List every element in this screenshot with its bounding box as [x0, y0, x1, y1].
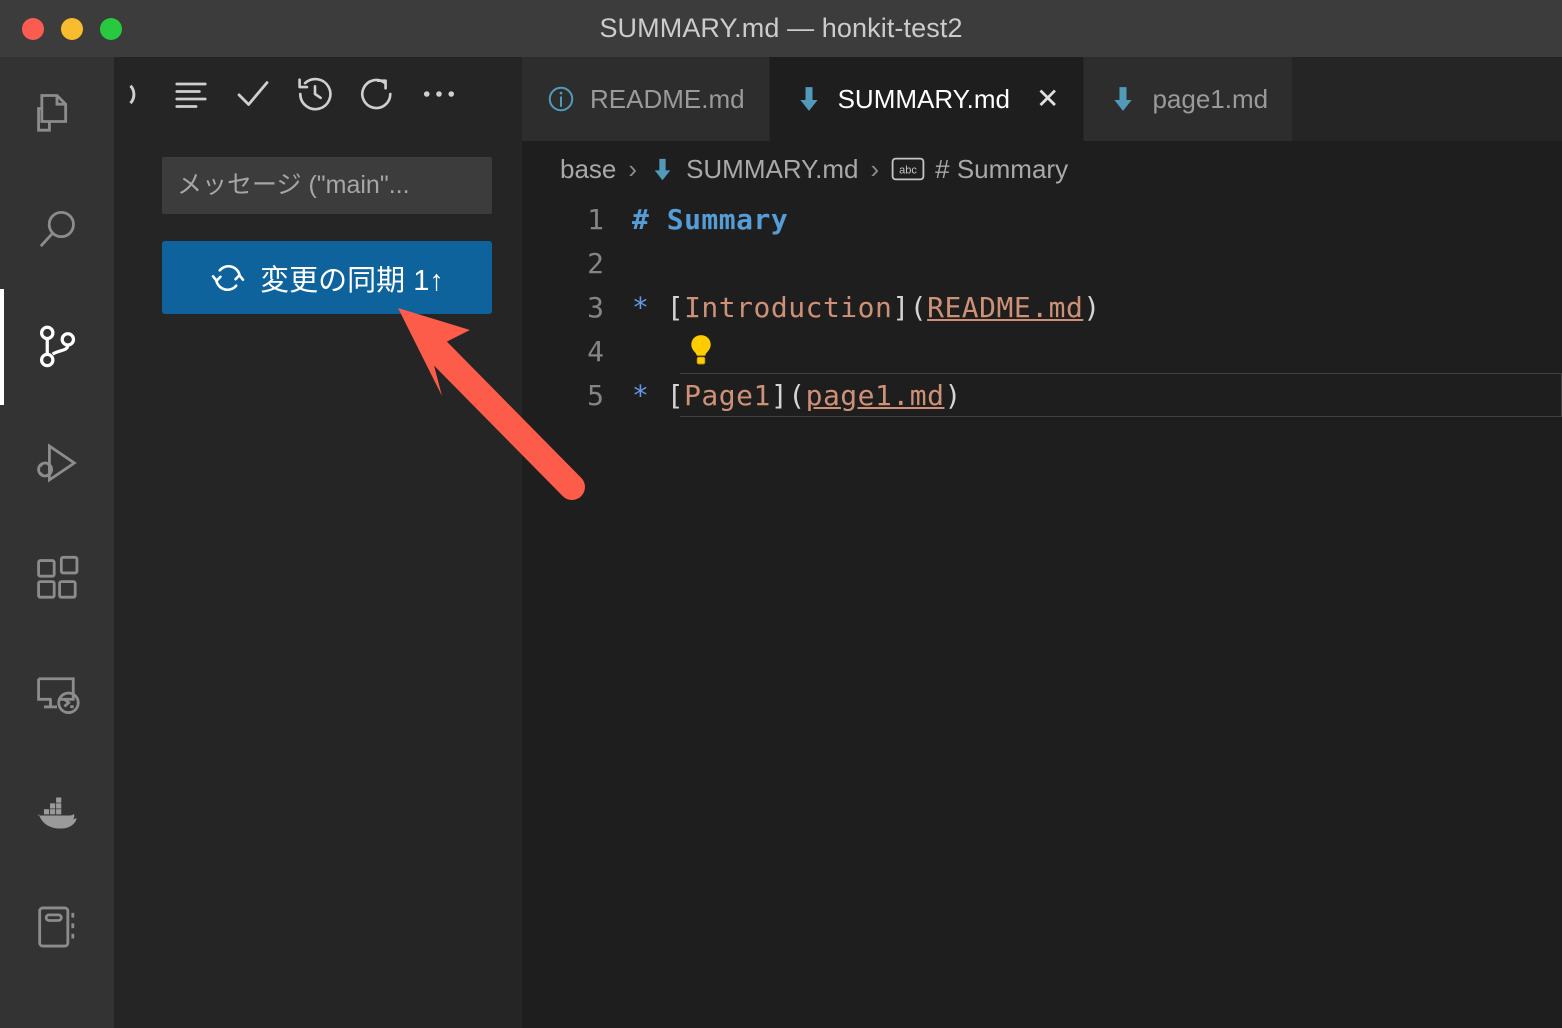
remote-explorer-icon	[31, 669, 83, 721]
active-indicator	[0, 521, 4, 637]
code-line-1: 1 # Summary	[522, 197, 1562, 241]
token-paren-close: )	[944, 378, 962, 412]
breadcrumb-separator: ›	[628, 153, 638, 184]
token-heading-text: Summary	[666, 202, 789, 236]
token-link-text: Introduction	[684, 290, 893, 324]
activity-item-source-control[interactable]	[0, 289, 114, 405]
sync-changes-label: 変更の同期 1↑	[260, 264, 444, 297]
traffic-light-buttons	[22, 0, 122, 57]
vscode-window: SUMMARY.md — honkit-test2 メッセージ ("main".…	[0, 0, 1562, 1028]
source-control-sidebar: 変更の同期 1↑	[114, 57, 522, 1028]
notebook-icon	[31, 901, 83, 953]
activity-item-remote-explorer[interactable]	[0, 637, 114, 753]
code-line-2: 2	[522, 241, 1562, 285]
view-as-list-icon[interactable]	[160, 57, 222, 130]
activity-item-docker[interactable]	[0, 753, 114, 869]
active-indicator	[0, 869, 4, 985]
docker-whale-icon	[30, 784, 84, 838]
line-number: 1	[587, 202, 604, 236]
token-heading: #	[632, 202, 667, 236]
token-link-url[interactable]: README.md	[927, 291, 1083, 324]
breadcrumb-label: base	[560, 153, 617, 184]
line-number: 4	[587, 334, 604, 368]
activity-bar	[0, 57, 114, 1028]
close-tab-icon[interactable]: ✕	[1036, 85, 1059, 113]
markdown-down-arrow-icon	[649, 156, 676, 183]
token-bracket-close: ]	[770, 378, 789, 412]
tab-label: README.md	[590, 83, 745, 114]
breadcrumb-separator: ›	[870, 153, 880, 184]
token-paren-close: )	[1083, 290, 1101, 324]
breadcrumb-item-summary-heading[interactable]: abc # Summary	[891, 154, 1068, 185]
line-number: 3	[587, 290, 604, 324]
search-icon	[31, 205, 83, 257]
token-link-text: Page1	[684, 378, 771, 412]
activity-item-notebook[interactable]	[0, 869, 114, 985]
token-paren-open: (	[788, 378, 806, 412]
activity-item-run-debug[interactable]	[0, 405, 114, 521]
zoom-window-button[interactable]	[100, 17, 122, 40]
line-content: * [Page1](page1.md)	[632, 379, 962, 412]
token-bracket-close: ]	[892, 290, 910, 324]
active-indicator	[0, 753, 4, 869]
partial-arc-icon[interactable]	[114, 57, 160, 130]
breadcrumb-label: SUMMARY.md	[686, 153, 859, 184]
activity-item-extensions[interactable]	[0, 521, 114, 637]
line-content: # Summary	[632, 203, 788, 236]
token-bracket-open: [	[666, 378, 685, 412]
active-indicator	[0, 405, 4, 521]
active-indicator	[0, 57, 4, 173]
editor-tab-bar: README.md SUMMARY.md ✕ page1.md	[522, 57, 1562, 141]
code-line-5: 5 * [Page1](page1.md)	[522, 373, 1562, 417]
token-link-url[interactable]: page1.md	[806, 379, 945, 412]
lightbulb-code-action-icon[interactable]	[684, 333, 718, 369]
title-bar: SUMMARY.md — honkit-test2	[0, 0, 1562, 57]
run-and-debug-icon	[31, 437, 83, 489]
markdown-down-arrow-icon	[1108, 84, 1138, 114]
active-indicator	[0, 289, 4, 405]
more-actions-icon[interactable]	[408, 57, 470, 130]
tab-summary-md[interactable]: SUMMARY.md ✕	[769, 57, 1085, 141]
line-number: 2	[587, 246, 604, 280]
extensions-icon	[31, 553, 83, 605]
refresh-icon[interactable]	[346, 57, 408, 130]
code-line-4: 4	[522, 329, 1562, 373]
tab-readme-md[interactable]: README.md	[522, 57, 770, 141]
breadcrumb: base › SUMMARY.md › abc # Summary	[522, 141, 1562, 197]
files-explorer-icon	[31, 89, 83, 141]
window-title: SUMMARY.md — honkit-test2	[599, 13, 963, 43]
source-control-icon	[31, 321, 83, 373]
token-bullet: *	[632, 378, 667, 412]
line-number: 5	[587, 378, 604, 412]
breadcrumb-item-base[interactable]: base	[560, 154, 616, 185]
code-line-3: 3 * [Introduction](README.md)	[522, 285, 1562, 329]
source-control-toolbar	[114, 57, 522, 130]
sync-icon	[210, 260, 246, 296]
active-indicator	[0, 173, 4, 289]
sync-changes-button[interactable]: 変更の同期 1↑	[162, 241, 492, 314]
breadcrumb-label: # Summary	[935, 153, 1069, 184]
editor-area: README.md SUMMARY.md ✕ page1.md base › S…	[522, 57, 1562, 1028]
check-commit-icon[interactable]	[222, 57, 284, 130]
abc-symbol-icon: abc	[891, 156, 925, 182]
close-window-button[interactable]	[22, 17, 44, 40]
line-content: * [Introduction](README.md)	[632, 291, 1101, 324]
breadcrumb-item-summary-md[interactable]: SUMMARY.md	[649, 154, 858, 185]
token-paren-open: (	[909, 290, 928, 324]
tab-label: SUMMARY.md	[837, 83, 1010, 114]
info-circle-icon	[546, 84, 576, 114]
activity-item-search[interactable]	[0, 173, 114, 289]
commit-message-input[interactable]	[162, 157, 492, 214]
tab-label: page1.md	[1152, 83, 1269, 114]
minimize-window-button[interactable]	[61, 17, 83, 40]
token-bracket-open: [	[666, 290, 685, 324]
code-editor[interactable]: 1 # Summary 2 3 * [Introduction](README.…	[522, 197, 1562, 1028]
activity-item-explorer[interactable]	[0, 57, 114, 173]
markdown-down-arrow-icon	[794, 84, 824, 114]
tab-page1-md[interactable]: page1.md	[1084, 57, 1294, 141]
token-bullet: *	[632, 290, 667, 324]
history-discard-icon[interactable]	[284, 57, 346, 130]
active-indicator	[0, 637, 4, 753]
svg-text:abc: abc	[899, 164, 917, 176]
